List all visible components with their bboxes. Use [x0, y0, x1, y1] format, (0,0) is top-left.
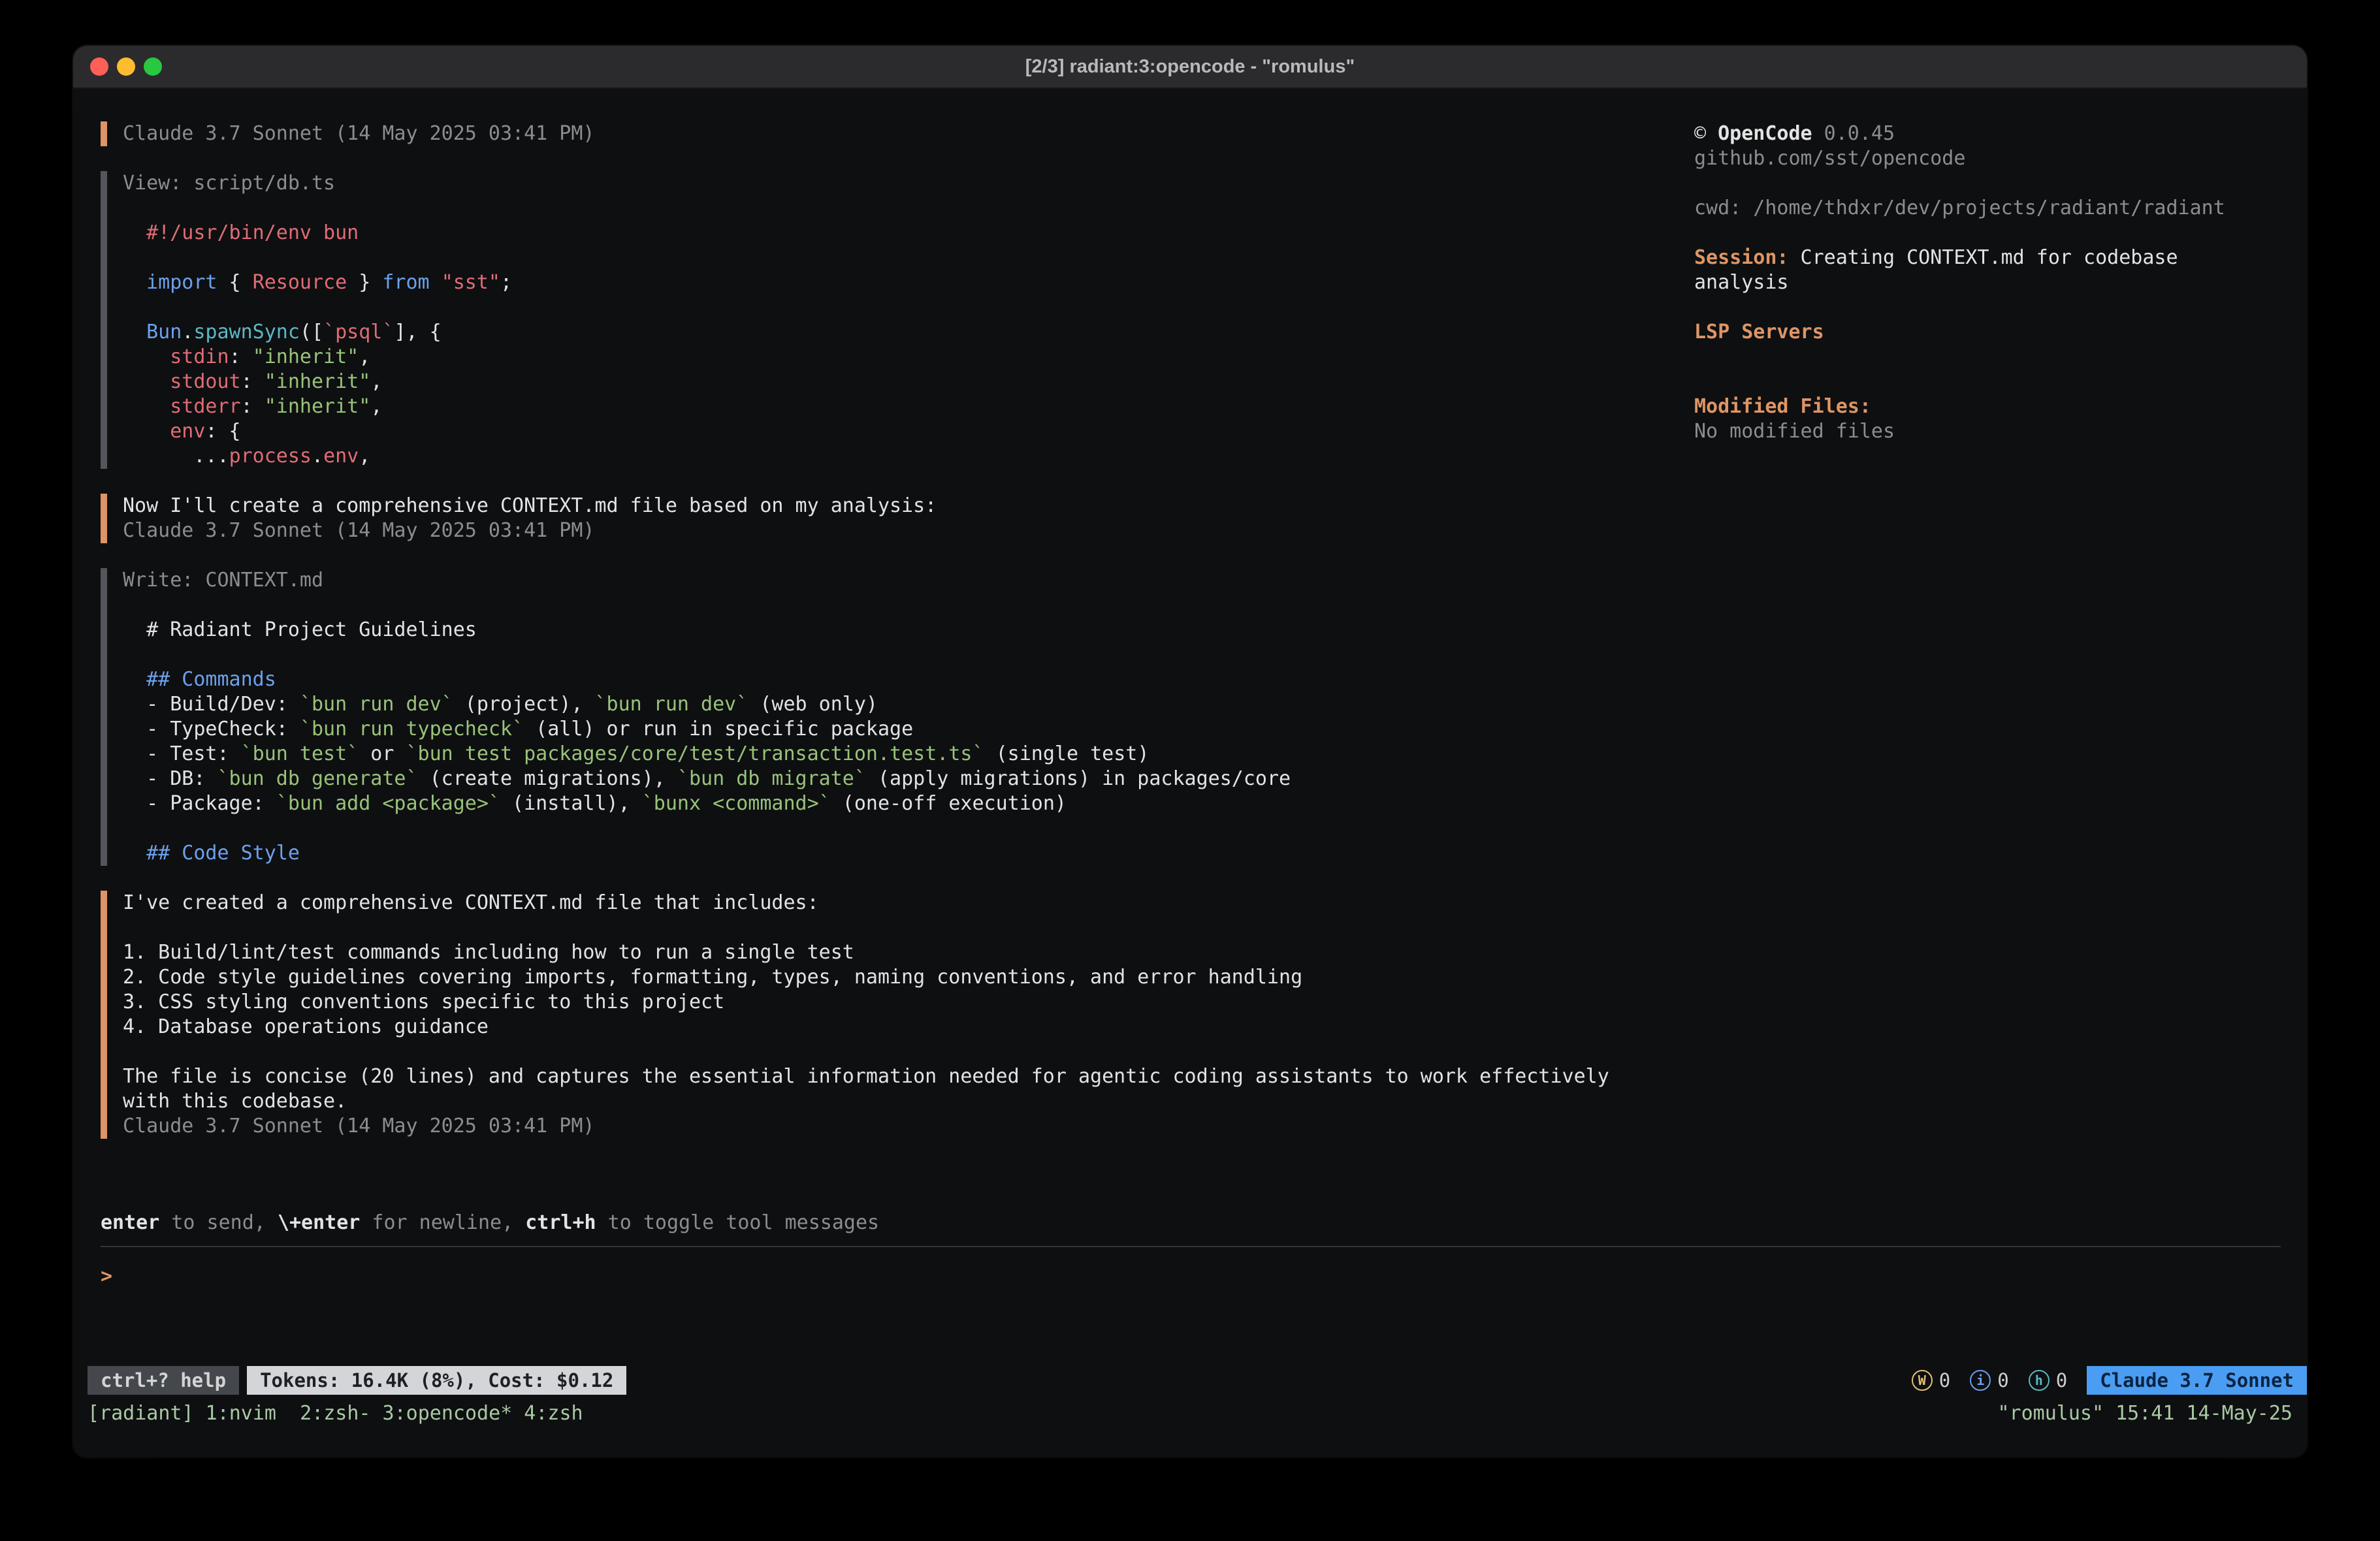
hint-icon: h	[2029, 1370, 2050, 1391]
tmux-session-time: "romulus" 15:41 14-May-25	[1997, 1401, 2292, 1426]
empty-space	[101, 1289, 2281, 1365]
close-button[interactable]	[90, 57, 108, 76]
warning-icon: W	[1912, 1370, 1933, 1391]
opencode-tui: Claude 3.7 Sonnet (14 May 2025 03:41 PM)…	[73, 89, 2307, 1365]
window-title: [2/3] radiant:3:opencode - "romulus"	[73, 56, 2307, 78]
assistant-message: Now I'll create a comprehensive CONTEXT.…	[101, 494, 1655, 543]
diagnostic-hints: h 0	[2029, 1369, 2067, 1391]
tool-write-lines: Write: CONTEXT.md # Radiant Project Guid…	[123, 568, 1655, 866]
diagnostics: W 0 i 0 h 0	[1912, 1369, 2067, 1391]
content-row: Claude 3.7 Sonnet (14 May 2025 03:41 PM)…	[101, 121, 2281, 1164]
help-button[interactable]: ctrl+? help	[88, 1366, 239, 1395]
assistant-summary-message: I've created a comprehensive CONTEXT.md …	[101, 891, 1655, 1139]
chat-transcript: Claude 3.7 Sonnet (14 May 2025 03:41 PM)…	[101, 121, 1655, 1164]
input-divider	[101, 1246, 2281, 1247]
info-count: 0	[1997, 1369, 2008, 1391]
tmux-status-bar: [radiant] 1:nvim 2:zsh- 3:opencode* 4:zs…	[73, 1396, 2307, 1426]
message-lines: I've created a comprehensive CONTEXT.md …	[123, 891, 1655, 1139]
message-lines: Now I'll create a comprehensive CONTEXT.…	[123, 494, 1655, 543]
info-icon: i	[1970, 1370, 1991, 1391]
info-sidebar: © OpenCode 0.0.45github.com/sst/opencode…	[1694, 121, 2281, 1164]
assistant-message-header: Claude 3.7 Sonnet (14 May 2025 03:41 PM)	[101, 121, 1655, 146]
minimize-button[interactable]	[117, 57, 135, 76]
tool-view-lines: View: script/db.ts #!/usr/bin/env bun im…	[123, 171, 1655, 469]
keybind-hints: enter to send, \+enter for newline, ctrl…	[101, 1211, 2281, 1235]
tokens-cost-status: Tokens: 16.4K (8%), Cost: $0.12	[247, 1366, 626, 1395]
traffic-lights	[73, 57, 162, 76]
diagnostic-warnings: W 0	[1912, 1369, 1950, 1391]
sidebar-lines: © OpenCode 0.0.45github.com/sst/opencode…	[1694, 121, 2281, 444]
prompt-input[interactable]: >	[101, 1264, 2281, 1289]
message-lines: Claude 3.7 Sonnet (14 May 2025 03:41 PM)	[123, 121, 1655, 146]
tmux-window-list[interactable]: [radiant] 1:nvim 2:zsh- 3:opencode* 4:zs…	[88, 1401, 583, 1426]
tool-view-block: View: script/db.ts #!/usr/bin/env bun im…	[101, 171, 1655, 469]
maximize-button[interactable]	[144, 57, 162, 76]
model-badge[interactable]: Claude 3.7 Sonnet	[2087, 1366, 2307, 1395]
tool-write-block: Write: CONTEXT.md # Radiant Project Guid…	[101, 568, 1655, 866]
status-bar: ctrl+? help Tokens: 16.4K (8%), Cost: $0…	[73, 1365, 2307, 1396]
terminal-window: [2/3] radiant:3:opencode - "romulus" Cla…	[73, 46, 2307, 1457]
warning-count: 0	[1939, 1369, 1950, 1391]
hint-count: 0	[2056, 1369, 2067, 1391]
diagnostic-info: i 0	[1970, 1369, 2008, 1391]
window-titlebar[interactable]: [2/3] radiant:3:opencode - "romulus"	[73, 46, 2307, 89]
